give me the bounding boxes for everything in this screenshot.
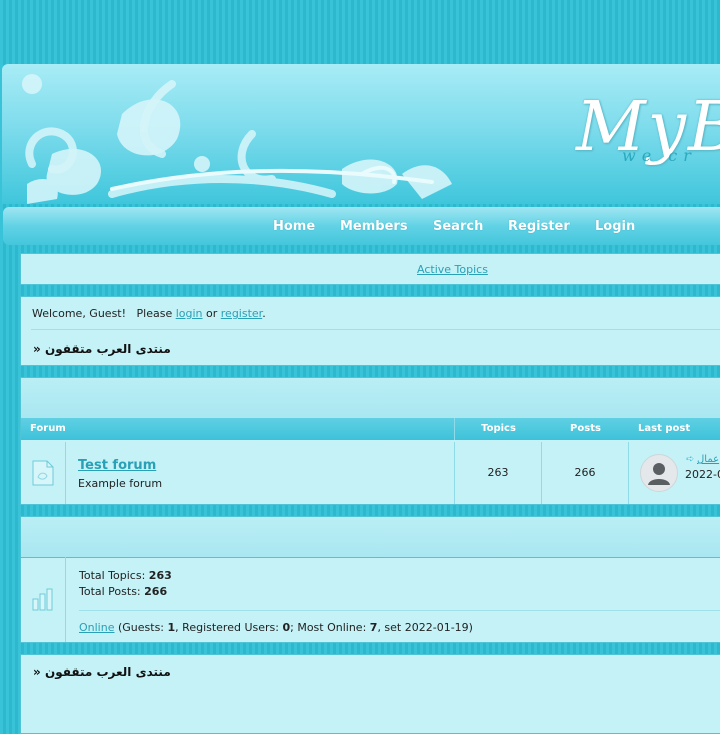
forum-table: Forum Topics Posts Last post Test forum … xyxy=(20,377,720,505)
forum-last-post-cell: ➪ عمال 2022-0 xyxy=(629,442,720,504)
most-online-date: , set 2022-01-19) xyxy=(377,621,473,634)
forum-info-cell: Test forum Example forum xyxy=(66,442,455,504)
table-row: Test forum Example forum 263 266 ➪ عمال … xyxy=(21,442,720,504)
divider xyxy=(31,329,720,330)
category-header xyxy=(21,378,720,419)
board-statistics: Total Topics: 263 Total Posts: 266 Onlin… xyxy=(20,516,720,643)
welcome-text: Welcome, Guest! Please xyxy=(32,307,176,320)
forum-read-icon xyxy=(32,460,54,486)
guests-label: (Guests: xyxy=(114,621,168,634)
nav-login-link[interactable]: Login xyxy=(595,219,635,234)
total-topics-label: Total Topics: xyxy=(79,569,149,582)
total-posts-line: Total Posts: 266 xyxy=(79,585,167,598)
online-stats-line: Online (Guests: 1, Registered Users: 0; … xyxy=(79,621,473,634)
breadcrumb: » منتدى العرب متقفون xyxy=(33,342,171,356)
col-header-posts: Posts xyxy=(542,418,630,440)
stats-icon-cell xyxy=(21,557,66,642)
table-header-row: Forum Topics Posts Last post xyxy=(21,418,720,442)
nav-register-link[interactable]: Register xyxy=(508,219,570,234)
nav-home-link[interactable]: Home xyxy=(273,219,315,234)
forum-title-link[interactable]: Test forum xyxy=(78,458,156,473)
online-users-link[interactable]: Online xyxy=(79,621,114,634)
login-link[interactable]: login xyxy=(176,307,203,320)
forum-status-cell xyxy=(21,442,66,504)
forum-topics-count: 263 xyxy=(455,442,542,504)
registered-label: , Registered Users: xyxy=(175,621,283,634)
main-navigation: Home Members Search Register Login xyxy=(3,207,720,245)
col-header-forum: Forum xyxy=(21,418,455,440)
col-header-last-post: Last post xyxy=(629,418,720,440)
breadcrumb-forum-link[interactable]: منتدى العرب متقفون xyxy=(45,665,171,679)
avatar[interactable] xyxy=(640,454,678,492)
total-topics-line: Total Topics: 263 xyxy=(79,569,172,582)
nav-search-link[interactable]: Search xyxy=(433,219,483,234)
most-online-label: ; Most Online: xyxy=(290,621,370,634)
active-topics-link[interactable]: Active Topics xyxy=(417,263,488,276)
site-header: MyB we cr xyxy=(2,64,720,204)
welcome-suffix: . xyxy=(262,307,266,320)
total-topics-value: 263 xyxy=(148,569,172,582)
divider xyxy=(79,610,720,611)
breadcrumb-arrow: » xyxy=(33,342,41,356)
nav-members-link[interactable]: Members xyxy=(340,219,408,234)
last-post-title-link[interactable]: عمال xyxy=(697,454,719,465)
welcome-message: Welcome, Guest! Please login or register… xyxy=(32,307,266,320)
go-to-post-arrow-icon[interactable]: ➪ xyxy=(686,454,694,465)
breadcrumb-arrow: » xyxy=(33,665,41,679)
total-posts-label: Total Posts: xyxy=(79,585,145,598)
stats-header xyxy=(21,517,720,558)
user-silhouette-icon xyxy=(648,463,670,485)
last-post-date: 2022-0 xyxy=(685,468,720,481)
welcome-or-text: or xyxy=(202,307,221,320)
forum-posts-count: 266 xyxy=(542,442,629,504)
breadcrumb-forum-link[interactable]: منتدى العرب متقفون xyxy=(45,342,171,356)
welcome-box: Welcome, Guest! Please login or register… xyxy=(20,296,720,366)
register-link[interactable]: register xyxy=(221,307,262,320)
active-topics-bar: Active Topics xyxy=(20,253,720,285)
col-header-topics: Topics xyxy=(455,418,543,440)
total-posts-value: 266 xyxy=(144,585,168,598)
forum-description: Example forum xyxy=(78,477,163,490)
breadcrumb-bottom: » منتدى العرب متقفون xyxy=(33,665,171,679)
site-tagline: we cr xyxy=(622,146,697,165)
bar-chart-icon xyxy=(32,588,53,611)
footer-breadcrumb-box: » منتدى العرب متقفون xyxy=(20,654,720,734)
registered-count: 0 xyxy=(282,621,291,634)
